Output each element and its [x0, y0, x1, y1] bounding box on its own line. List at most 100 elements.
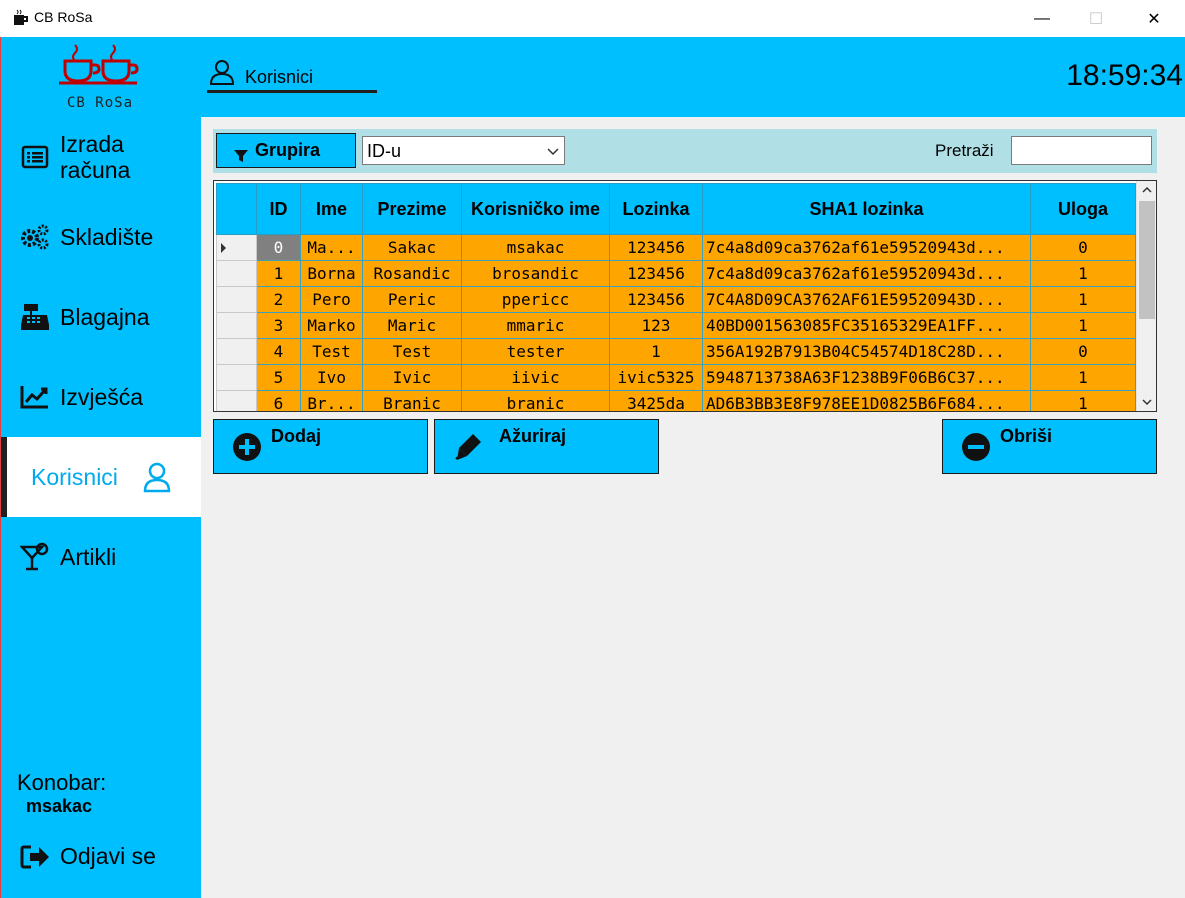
cell-uloga[interactable]: 1 [1030, 364, 1136, 391]
coffee-cup-icon [14, 9, 28, 25]
cell-ime[interactable]: Pero [300, 286, 363, 313]
column-header[interactable]: Ime [300, 183, 363, 235]
sidebar-item-skladiste[interactable]: Skladište [1, 197, 201, 277]
row-header[interactable] [216, 234, 257, 261]
sidebar-item-izvjesca[interactable]: Izvješća [1, 357, 201, 437]
column-header[interactable]: Korisničko ime [461, 183, 610, 235]
cell-korisnicko-ime[interactable]: tester [461, 338, 610, 365]
cell-sha1[interactable]: 7C4A8D09CA3762AF61E59520943D... [702, 286, 1031, 313]
row-header[interactable] [216, 286, 257, 313]
close-button[interactable]: ✕ [1131, 0, 1177, 37]
column-header[interactable]: ID [256, 183, 301, 235]
column-header[interactable]: SHA1 lozinka [702, 183, 1031, 235]
users-grid[interactable]: ID Ime Prezime Korisničko ime Lozinka SH… [213, 180, 1157, 412]
logout-button[interactable]: Odjavi se [1, 837, 201, 877]
cell-id[interactable]: 2 [256, 286, 301, 313]
row-header[interactable] [216, 390, 257, 411]
table-row[interactable]: 0 Ma... Sakac msakac 123456 7c4a8d09ca37… [216, 234, 1136, 261]
maximize-button[interactable]: ☐ [1073, 0, 1119, 37]
sidebar-item-izrada-racuna[interactable]: Izrada računa [1, 117, 201, 197]
search-input[interactable] [1011, 136, 1152, 165]
group-button-label: Grupira [255, 140, 321, 160]
cell-sha1[interactable]: AD6B3BB3E8F978EE1D0825B6F684... [702, 390, 1031, 411]
cell-prezime[interactable]: Test [362, 338, 462, 365]
cell-ime[interactable]: Ma... [300, 234, 363, 261]
cell-lozinka[interactable]: 123456 [609, 260, 703, 287]
cell-prezime[interactable]: Rosandic [362, 260, 462, 287]
scroll-up-button[interactable] [1137, 181, 1156, 199]
cell-id[interactable]: 0 [256, 234, 301, 261]
add-button[interactable]: Dodaj [213, 419, 428, 474]
row-header[interactable] [216, 364, 257, 391]
table-row[interactable]: 2 Pero Peric ppericc 123456 7C4A8D09CA37… [216, 286, 1136, 313]
cell-uloga[interactable]: 1 [1030, 286, 1136, 313]
cell-sha1[interactable]: 356A192B7913B04C54574D18C28D... [702, 338, 1031, 365]
group-button[interactable]: Grupira [216, 133, 356, 168]
row-header[interactable] [216, 260, 257, 287]
cell-korisnicko-ime[interactable]: mmaric [461, 312, 610, 339]
cell-ime[interactable]: Br... [300, 390, 363, 411]
table-row[interactable]: 5 Ivo Ivic iivic ivic5325 5948713738A63F… [216, 364, 1136, 391]
group-by-value: ID-u [367, 141, 402, 161]
cell-korisnicko-ime[interactable]: ppericc [461, 286, 610, 313]
cell-uloga[interactable]: 0 [1030, 234, 1136, 261]
cell-korisnicko-ime[interactable]: brosandic [461, 260, 610, 287]
column-header[interactable]: Lozinka [609, 183, 703, 235]
cell-id[interactable]: 3 [256, 312, 301, 339]
edit-button[interactable]: Ažuriraj [434, 419, 659, 474]
cell-uloga[interactable]: 1 [1030, 260, 1136, 287]
table-row[interactable]: 6 Br... Branic branic 3425da AD6B3BB3E8F… [216, 390, 1136, 411]
cell-ime[interactable]: Test [300, 338, 363, 365]
row-header[interactable] [216, 338, 257, 365]
cell-ime[interactable]: Ivo [300, 364, 363, 391]
cell-korisnicko-ime[interactable]: branic [461, 390, 610, 411]
cell-id[interactable]: 1 [256, 260, 301, 287]
cell-id[interactable]: 5 [256, 364, 301, 391]
chevron-down-icon [1142, 399, 1152, 406]
cell-prezime[interactable]: Branic [362, 390, 462, 411]
cell-id[interactable]: 6 [256, 390, 301, 411]
column-header[interactable]: Prezime [362, 183, 462, 235]
table-row[interactable]: 4 Test Test tester 1 356A192B7913B04C545… [216, 338, 1136, 365]
scroll-down-button[interactable] [1137, 393, 1156, 411]
scrollbar-thumb[interactable] [1139, 201, 1155, 319]
table-row[interactable]: 1 Borna Rosandic brosandic 123456 7c4a8d… [216, 260, 1136, 287]
cell-id[interactable]: 4 [256, 338, 301, 365]
cell-lozinka[interactable]: 123456 [609, 286, 703, 313]
cell-uloga[interactable]: 1 [1030, 390, 1136, 411]
cell-uloga[interactable]: 0 [1030, 338, 1136, 365]
row-header[interactable] [216, 312, 257, 339]
cell-lozinka[interactable]: ivic5325 [609, 364, 703, 391]
vertical-scrollbar[interactable] [1136, 181, 1156, 411]
cell-korisnicko-ime[interactable]: msakac [461, 234, 610, 261]
cell-lozinka[interactable]: 123 [609, 312, 703, 339]
cell-korisnicko-ime[interactable]: iivic [461, 364, 610, 391]
cell-sha1[interactable]: 7c4a8d09ca3762af61e59520943d... [702, 234, 1031, 261]
cell-lozinka[interactable]: 123456 [609, 234, 703, 261]
cell-sha1[interactable]: 7c4a8d09ca3762af61e59520943d... [702, 260, 1031, 287]
cell-prezime[interactable]: Maric [362, 312, 462, 339]
cell-sha1[interactable]: 40BD001563085FC35165329EA1FF... [702, 312, 1031, 339]
delete-button[interactable]: Obriši [942, 419, 1157, 474]
table-row[interactable]: 3 Marko Maric mmaric 123 40BD001563085FC… [216, 312, 1136, 339]
cell-prezime[interactable]: Peric [362, 286, 462, 313]
sidebar-item-label: Artikli [60, 544, 117, 570]
cell-lozinka[interactable]: 1 [609, 338, 703, 365]
sidebar-item-blagajna[interactable]: Blagajna [1, 277, 201, 357]
cell-ime[interactable]: Marko [300, 312, 363, 339]
minimize-button[interactable]: — [1019, 0, 1065, 37]
cell-prezime[interactable]: Ivic [362, 364, 462, 391]
cell-ime[interactable]: Borna [300, 260, 363, 287]
chevron-down-icon [547, 148, 559, 156]
cell-uloga[interactable]: 1 [1030, 312, 1136, 339]
current-row-indicator-icon [221, 243, 226, 253]
cell-sha1[interactable]: 5948713738A63F1238B9F06B6C37... [702, 364, 1031, 391]
group-by-select[interactable]: ID-u [362, 136, 565, 165]
cell-lozinka[interactable]: 3425da [609, 390, 703, 411]
cell-prezime[interactable]: Sakac [362, 234, 462, 261]
sidebar-item-artikli[interactable]: Artikli [1, 517, 201, 597]
add-button-label: Dodaj [271, 426, 322, 446]
search-label: Pretraži [935, 141, 994, 160]
sidebar-item-korisnici[interactable]: Korisnici [1, 437, 201, 517]
column-header[interactable]: Uloga [1030, 183, 1136, 235]
